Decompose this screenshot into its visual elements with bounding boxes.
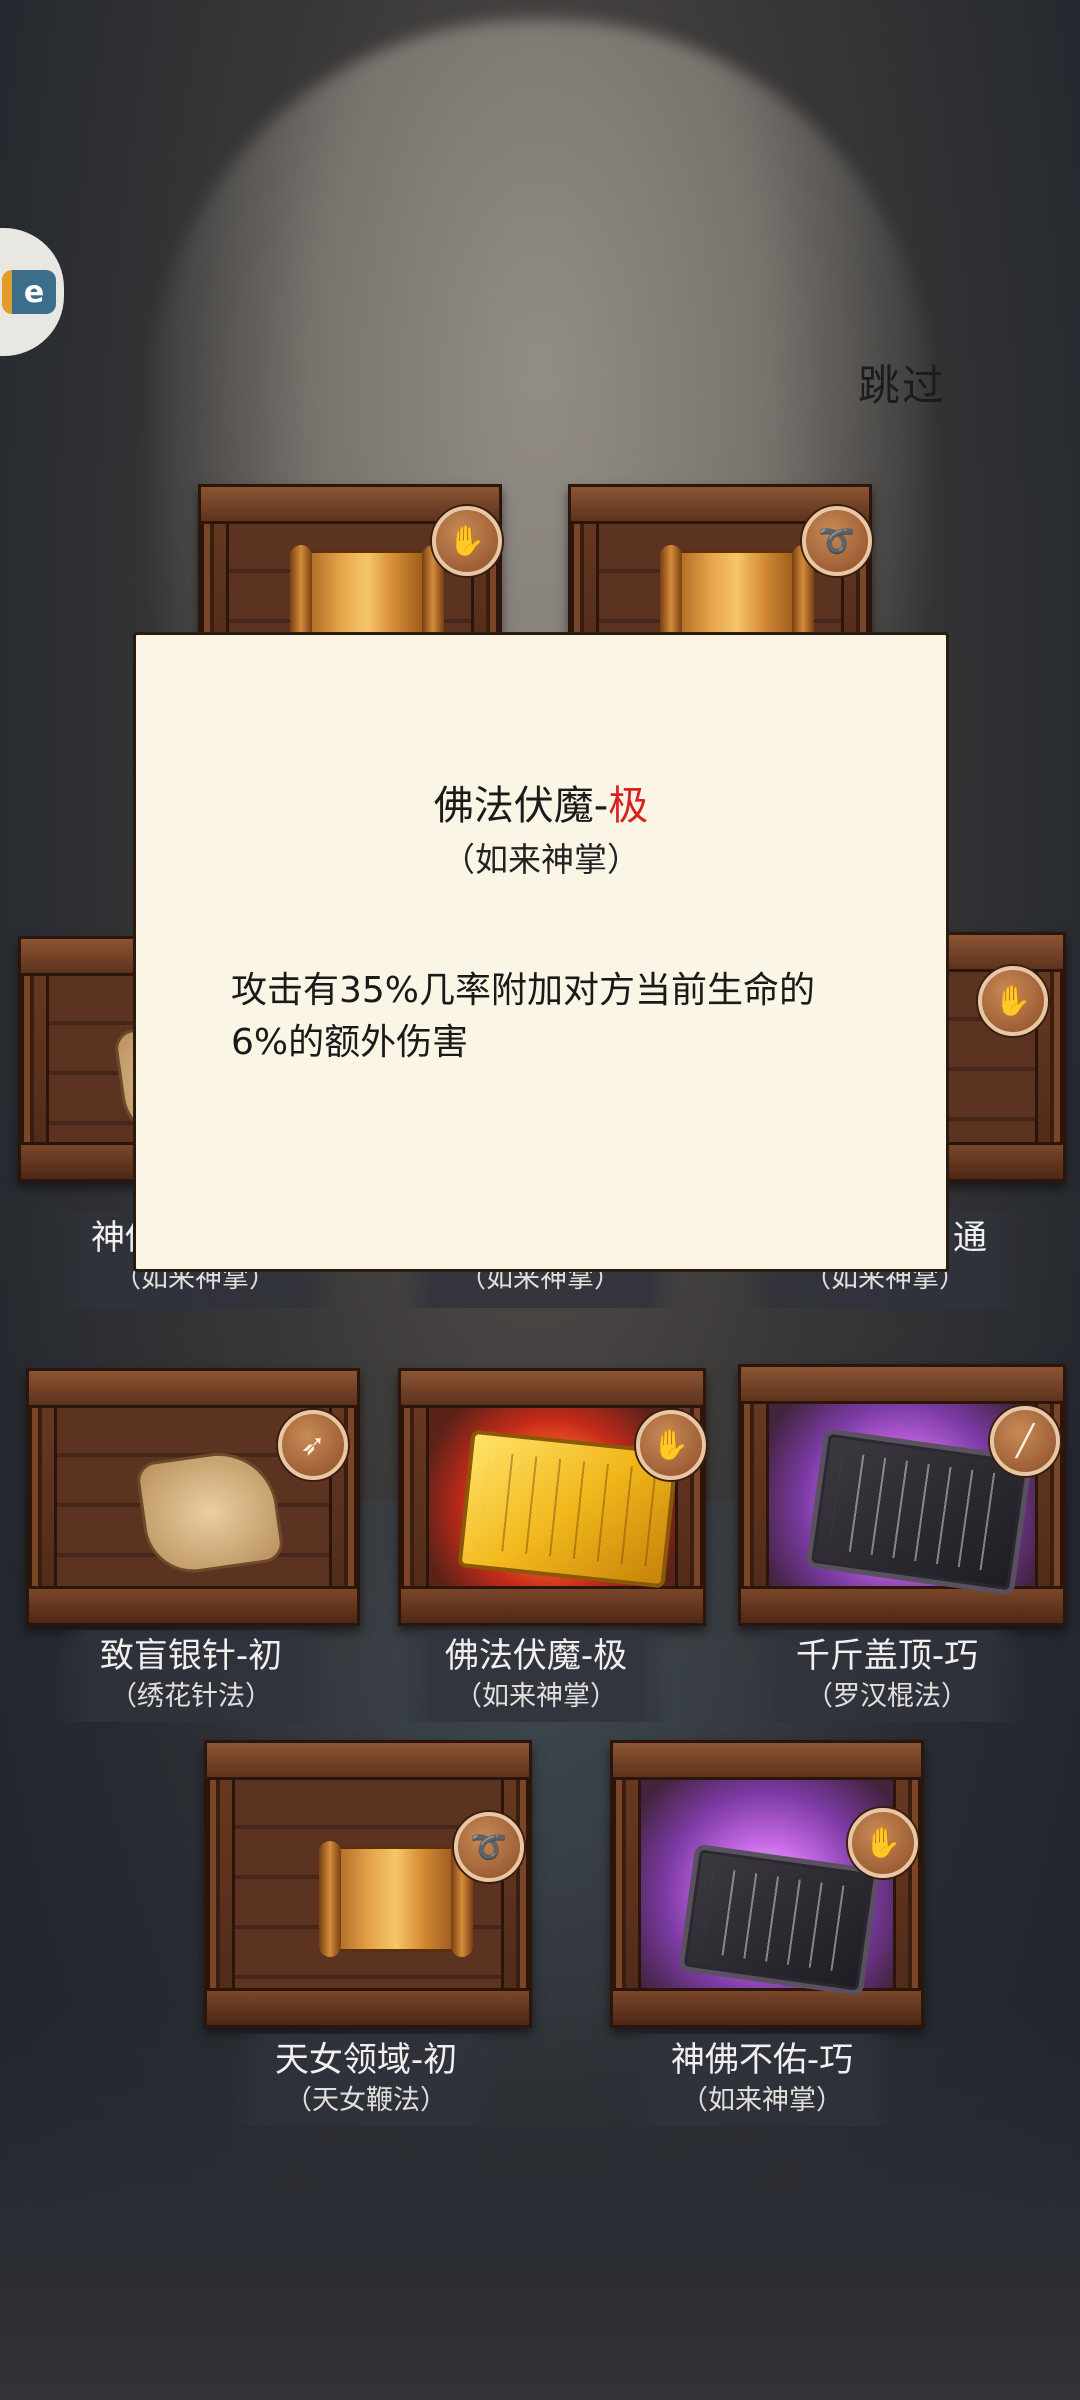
- stone-tablet-icon: [677, 1843, 881, 1997]
- palm-icon: ✋: [978, 966, 1048, 1036]
- whip-icon: ➰: [802, 506, 872, 576]
- reward-crate-3[interactable]: ╱: [738, 1364, 1066, 1626]
- palm-icon: ✋: [432, 506, 502, 576]
- skill-detail-school: （如来神掌）: [442, 840, 640, 879]
- reward-crate-1[interactable]: ➶: [26, 1368, 360, 1626]
- reward-label-5: 神佛不佑-巧 （如来神掌）: [628, 2034, 896, 2126]
- reward-crate-5[interactable]: ✋: [610, 1740, 924, 2028]
- reward-label-3: 千斤盖顶-巧 （罗汉棍法）: [752, 1630, 1022, 1722]
- skill-detail-title: 佛法伏魔-极: [136, 773, 946, 831]
- bamboo-scroll-icon: [319, 1841, 473, 1957]
- reward-label-2: 佛法伏魔-极 （如来神掌）: [402, 1630, 670, 1722]
- dart-icon: ➶: [278, 1410, 348, 1480]
- skill-detail-name: 佛法伏魔-: [433, 783, 609, 829]
- staff-icon: ╱: [990, 1406, 1060, 1476]
- reward-crate-2[interactable]: ✋: [398, 1368, 706, 1626]
- skip-button[interactable]: 跳过: [858, 352, 946, 413]
- whip-icon: ➰: [454, 1812, 524, 1882]
- background-floor: [0, 2000, 1080, 2400]
- palm-icon: ✋: [636, 1410, 706, 1480]
- reward-crate-4[interactable]: ➰: [204, 1740, 532, 2028]
- skill-detail-description: 攻击有35%几率附加对方当前生命的6%的额外伤害: [231, 970, 816, 1063]
- reward-label-1: 致盲银针-初 （绣花针法）: [58, 1630, 324, 1722]
- skill-grade-text: 极: [608, 783, 649, 829]
- reward-label-4: 天女领域-初 （天女鞭法）: [232, 2034, 500, 2126]
- skill-detail-popup[interactable]: 佛法伏魔-极 （如来神掌） 攻击有35%几率附加对方当前生命的6%的额外伤害: [133, 632, 949, 1272]
- app-logo-icon: e: [2, 270, 56, 314]
- palm-icon: ✋: [848, 1808, 918, 1878]
